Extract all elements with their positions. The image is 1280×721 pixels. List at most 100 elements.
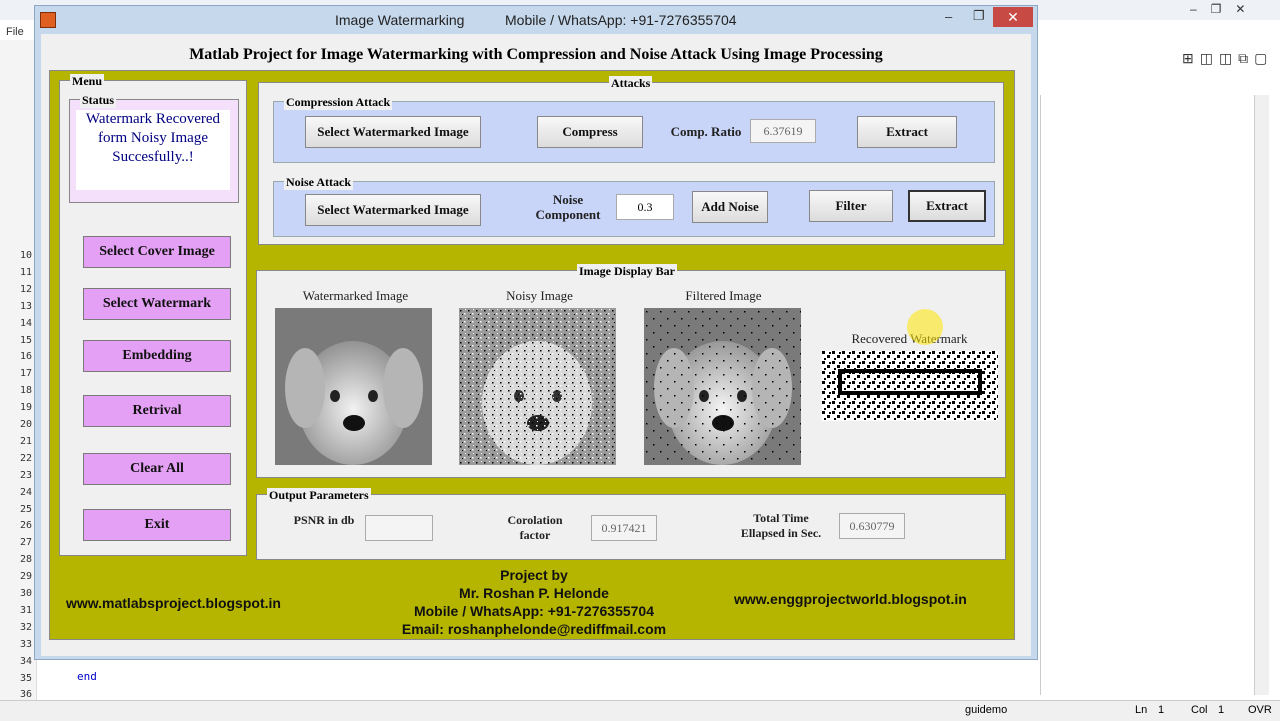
- layout-icons[interactable]: ⊞◫◫⧉▢: [1182, 50, 1273, 67]
- compression-extract-button[interactable]: Extract: [857, 116, 957, 148]
- psnr-label: PSNR in db: [293, 513, 355, 527]
- cursor-highlight: [907, 309, 943, 345]
- line-number: 32: [19, 621, 32, 633]
- status-panel-title: Status: [80, 93, 117, 108]
- compression-attack-title: Compression Attack: [284, 95, 393, 110]
- time-label: Total Time Ellapsed in Sec.: [740, 511, 822, 540]
- window-title: Image Watermarking: [335, 12, 465, 28]
- menu-panel-title: Menu: [70, 74, 104, 89]
- image-display-title: Image Display Bar: [577, 264, 677, 279]
- noise-attack-panel: Noise Attack Select Watermarked Image No…: [273, 175, 995, 237]
- status-function: guidemo: [965, 704, 1008, 716]
- status-col-label: Col: [1191, 704, 1208, 716]
- window-title-contact: Mobile / WhatsApp: +91-7276355704: [505, 12, 737, 28]
- line-number: 21: [19, 435, 32, 447]
- line-number: 25: [19, 503, 32, 515]
- maximize-icon[interactable]: ❐: [973, 8, 985, 24]
- status-col: 1: [1218, 704, 1225, 716]
- editor-scrollbar[interactable]: [1254, 95, 1269, 695]
- line-number: 22: [19, 452, 32, 464]
- line-number: 35: [19, 672, 32, 684]
- output-parameters-panel: Output Parameters PSNR in db Corolation …: [256, 488, 1006, 560]
- main-client-area: Menu Status Watermark Recovered form Noi…: [49, 70, 1015, 640]
- line-number: 36: [19, 689, 32, 701]
- matlab-icon: [40, 12, 56, 28]
- line-number: 19: [19, 402, 32, 414]
- status-ln-label: Ln: [1135, 704, 1148, 716]
- comp-ratio-label: Comp. Ratio: [670, 124, 742, 139]
- output-parameters-title: Output Parameters: [267, 488, 371, 503]
- line-number: 17: [19, 368, 32, 380]
- filter-button[interactable]: Filter: [809, 190, 893, 222]
- status-panel: Status Watermark Recovered form Noisy Im…: [69, 93, 239, 203]
- compress-button[interactable]: Compress: [537, 116, 643, 148]
- noise-attack-title: Noise Attack: [284, 175, 353, 190]
- caption-filtered: Filtered Image: [685, 288, 762, 303]
- menu-panel: Menu Status Watermark Recovered form Noi…: [59, 74, 247, 556]
- line-number: 24: [19, 486, 32, 498]
- footer-email: Email: roshanphelonde@rediffmail.com: [401, 621, 667, 637]
- watermarked-image: [275, 308, 432, 465]
- recovered-watermark-image: [822, 351, 998, 421]
- image-watermarking-window: Image Watermarking Mobile / WhatsApp: +9…: [34, 5, 1038, 660]
- line-number: 33: [19, 638, 32, 650]
- status-message: Watermark Recovered form Noisy Image Suc…: [76, 110, 230, 190]
- minimize-icon[interactable]: –: [945, 9, 952, 24]
- embedding-button[interactable]: Embedding: [83, 340, 231, 372]
- noisy-image: [459, 308, 616, 465]
- file-menu[interactable]: File: [6, 26, 24, 38]
- footer-right-url: www.enggprojectworld.blogspot.in: [734, 591, 967, 607]
- code-end-keyword: end: [77, 670, 97, 683]
- line-number: 16: [19, 351, 32, 363]
- noise-select-watermarked-button[interactable]: Select Watermarked Image: [305, 194, 481, 226]
- noise-component-input[interactable]: 0.3: [616, 194, 674, 220]
- comp-ratio-field[interactable]: 6.37619: [750, 119, 816, 143]
- window-titlebar: Image Watermarking Mobile / WhatsApp: +9…: [35, 6, 1037, 34]
- attacks-panel: Attacks Compression Attack Select Waterm…: [258, 76, 1004, 245]
- time-field[interactable]: 0.630779: [839, 513, 905, 539]
- select-cover-image-button[interactable]: Select Cover Image: [83, 236, 231, 268]
- line-number: 30: [19, 588, 32, 599]
- editor-right-pane: [1040, 95, 1255, 695]
- correlation-label: Corolation factor: [507, 513, 563, 542]
- line-number: 12: [19, 283, 32, 295]
- status-ovr: OVR: [1248, 704, 1272, 716]
- line-number: 15: [19, 334, 32, 346]
- editor-window-controls[interactable]: –❐✕: [1190, 2, 1260, 16]
- footer-mobile: Mobile / WhatsApp: +91-7276355704: [413, 603, 655, 619]
- retrival-button[interactable]: Retrival: [83, 395, 231, 427]
- line-number: 14: [19, 317, 32, 329]
- image-display-panel: Image Display Bar Watermarked Image Nois…: [256, 264, 1006, 478]
- add-noise-button[interactable]: Add Noise: [692, 191, 768, 223]
- close-icon[interactable]: ✕: [993, 7, 1033, 27]
- clear-all-button[interactable]: Clear All: [83, 453, 231, 485]
- noise-extract-button[interactable]: Extract: [908, 190, 986, 222]
- line-number: 20: [19, 419, 32, 430]
- caption-watermarked: Watermarked Image: [302, 288, 409, 303]
- exit-button[interactable]: Exit: [83, 509, 231, 541]
- select-watermark-button[interactable]: Select Watermark: [83, 288, 231, 320]
- editor-status-bar: guidemo Ln 1 Col 1 OVR: [0, 700, 1280, 721]
- correlation-field[interactable]: 0.917421: [591, 515, 657, 541]
- line-number: 31: [19, 604, 32, 616]
- psnr-field[interactable]: [365, 515, 433, 541]
- footer-project-by: Project by: [500, 567, 568, 583]
- line-number: 28: [19, 554, 32, 566]
- line-number: 27: [19, 537, 32, 549]
- attacks-panel-title: Attacks: [609, 76, 653, 91]
- status-ln: 1: [1158, 704, 1165, 716]
- footer-left-url: www.matlabsproject.blogspot.in: [66, 595, 281, 611]
- line-number: 23: [19, 469, 32, 481]
- filtered-image: [644, 308, 801, 465]
- compression-select-watermarked-button[interactable]: Select Watermarked Image: [305, 116, 481, 148]
- line-number: 26: [19, 520, 32, 532]
- page-heading: Matlab Project for Image Watermarking wi…: [189, 46, 883, 63]
- line-number: 10: [19, 250, 32, 261]
- footer-author: Mr. Roshan P. Helonde: [459, 585, 609, 601]
- caption-noisy: Noisy Image: [506, 288, 573, 303]
- line-number: 29: [19, 571, 32, 583]
- line-number: 34: [19, 655, 32, 667]
- line-number: 18: [19, 385, 32, 397]
- line-number: 11: [19, 266, 32, 278]
- noise-component-label: Noise Component: [535, 192, 601, 222]
